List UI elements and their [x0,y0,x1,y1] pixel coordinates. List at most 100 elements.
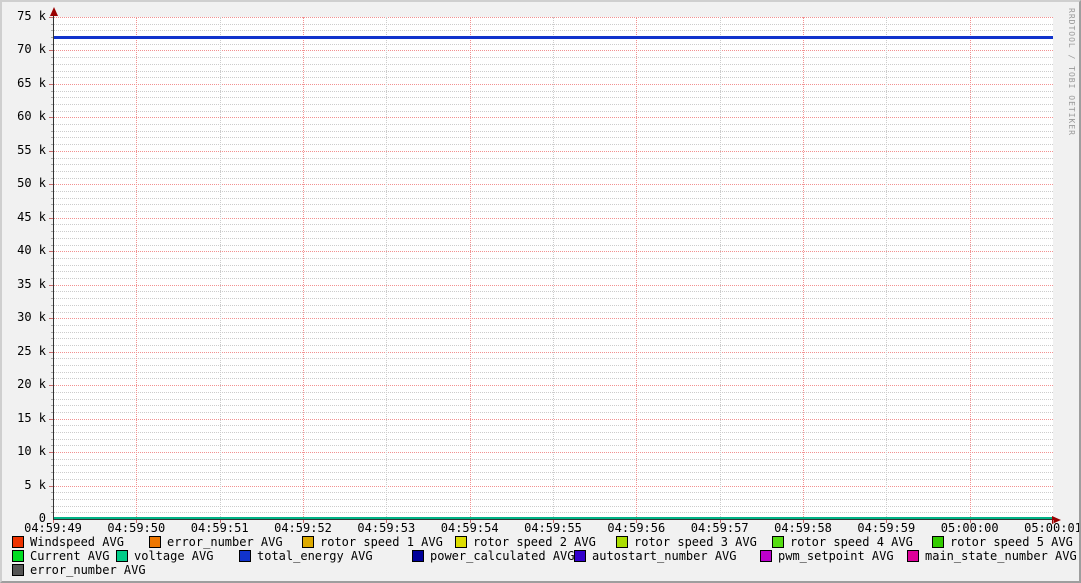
y-minor-tick [51,211,53,213]
y-minor-tick [51,492,53,494]
legend-swatch [574,550,586,562]
y-minor-tick [51,110,53,112]
minor-gridline-h [53,324,1053,326]
y-minor-tick [51,137,53,139]
minor-gridline-h [53,431,1053,433]
y-axis-tick-label: 60 k [17,109,46,124]
y-minor-tick [51,304,53,306]
minor-gridline-v [719,17,721,519]
major-gridline-h [53,50,1053,52]
legend-label: Windspeed AVG [30,535,124,549]
major-gridline-h [53,318,1053,320]
major-gridline-h [53,418,1053,420]
x-axis-tick-label: 04:59:57 [690,521,749,535]
y-minor-tick [51,338,53,340]
minor-gridline-h [53,264,1053,266]
legend-label: rotor speed 1 AVG [320,535,443,549]
chart-canvas [53,17,1053,519]
minor-gridline-h [53,492,1053,494]
y-minor-tick [51,478,53,480]
y-minor-tick [51,278,53,280]
legend-label: Current AVG [30,549,110,563]
y-major-tick [49,418,53,420]
y-major-tick [49,117,53,119]
y-minor-tick [51,378,53,380]
x-axis-tick-label: 04:59:58 [774,521,832,535]
minor-gridline-h [53,438,1053,440]
x-axis-tick-label: 04:59:56 [607,521,666,535]
major-gridline-h [53,284,1053,286]
x-axis-tick [386,520,388,523]
y-minor-tick [51,298,53,300]
legend-item: power_calculated AVG [412,549,575,563]
minor-gridline-h [53,177,1053,179]
legend-item: autostart_number AVG [574,549,737,563]
minor-gridline-v [386,17,388,519]
y-minor-tick [51,157,53,159]
x-axis-tick [303,520,304,523]
minor-gridline-h [53,331,1053,333]
x-axis-tick-label: 05:00:01 [1024,521,1081,535]
minor-gridline-h [53,63,1053,65]
y-axis-tick-label: 75 k [17,9,46,23]
watermark: RRDTOOL / TOBI OETIKER [1067,8,1076,136]
y-major-tick [49,150,53,152]
y-minor-tick [51,445,53,447]
minor-gridline-h [53,43,1053,45]
y-major-tick [49,217,53,219]
minor-gridline-h [53,411,1053,413]
y-axis-tick-label: 5 k [24,477,46,492]
legend-item: rotor speed 1 AVG [302,535,443,549]
major-gridline-h [53,351,1053,353]
y-minor-tick [51,498,53,500]
y-minor-tick [51,97,53,99]
minor-gridline-h [53,237,1053,239]
x-axis-tick [219,520,221,523]
minor-gridline-h [53,23,1053,25]
y-major-tick [49,184,53,186]
y-minor-tick [51,23,53,25]
minor-gridline-v [886,17,888,519]
minor-gridline-h [53,90,1053,92]
minor-gridline-h [53,144,1053,146]
legend-item: rotor speed 5 AVG [932,535,1073,549]
legend-label: rotor speed 2 AVG [473,535,596,549]
y-minor-tick [51,204,53,206]
y-axis-arrow-icon [49,7,58,16]
legend-item: Windspeed AVG [12,535,124,549]
major-gridline-h [53,485,1053,487]
legend-swatch [616,536,628,548]
y-minor-tick [51,431,53,433]
minor-gridline-h [53,458,1053,460]
minor-gridline-h [53,498,1053,500]
x-axis-tick-label: 05:00:00 [940,521,999,535]
minor-gridline-h [53,164,1053,166]
y-major-tick [49,318,53,320]
minor-gridline-h [53,298,1053,300]
legend-swatch [412,550,424,562]
minor-gridline-h [53,271,1053,273]
y-minor-tick [51,244,53,246]
major-gridline-v [303,17,304,519]
y-minor-tick [51,358,53,360]
legend-item: error_number AVG [149,535,283,549]
x-axis-tick [1053,520,1054,523]
legend-label: error_number AVG [30,563,146,577]
x-axis-tick-label: 04:59:59 [857,521,916,535]
minor-gridline-h [53,311,1053,313]
major-gridline-h [53,150,1053,152]
x-axis-tick [719,520,721,523]
y-minor-tick [51,512,53,514]
legend-swatch [455,536,467,548]
minor-gridline-h [53,358,1053,360]
minor-gridline-h [53,505,1053,507]
minor-gridline-h [53,70,1053,72]
y-minor-tick [51,398,53,400]
legend-label: rotor speed 4 AVG [790,535,913,549]
minor-gridline-h [53,278,1053,280]
minor-gridline-h [53,478,1053,480]
rrdtool-graph: 05 k 10 k 15 k 20 k 25 k 30 k 35 k 40 k 45 k 50 k… [0,0,1081,583]
legend-item: rotor speed 3 AVG [616,535,757,549]
y-minor-tick [51,271,53,273]
y-major-tick [49,452,53,454]
